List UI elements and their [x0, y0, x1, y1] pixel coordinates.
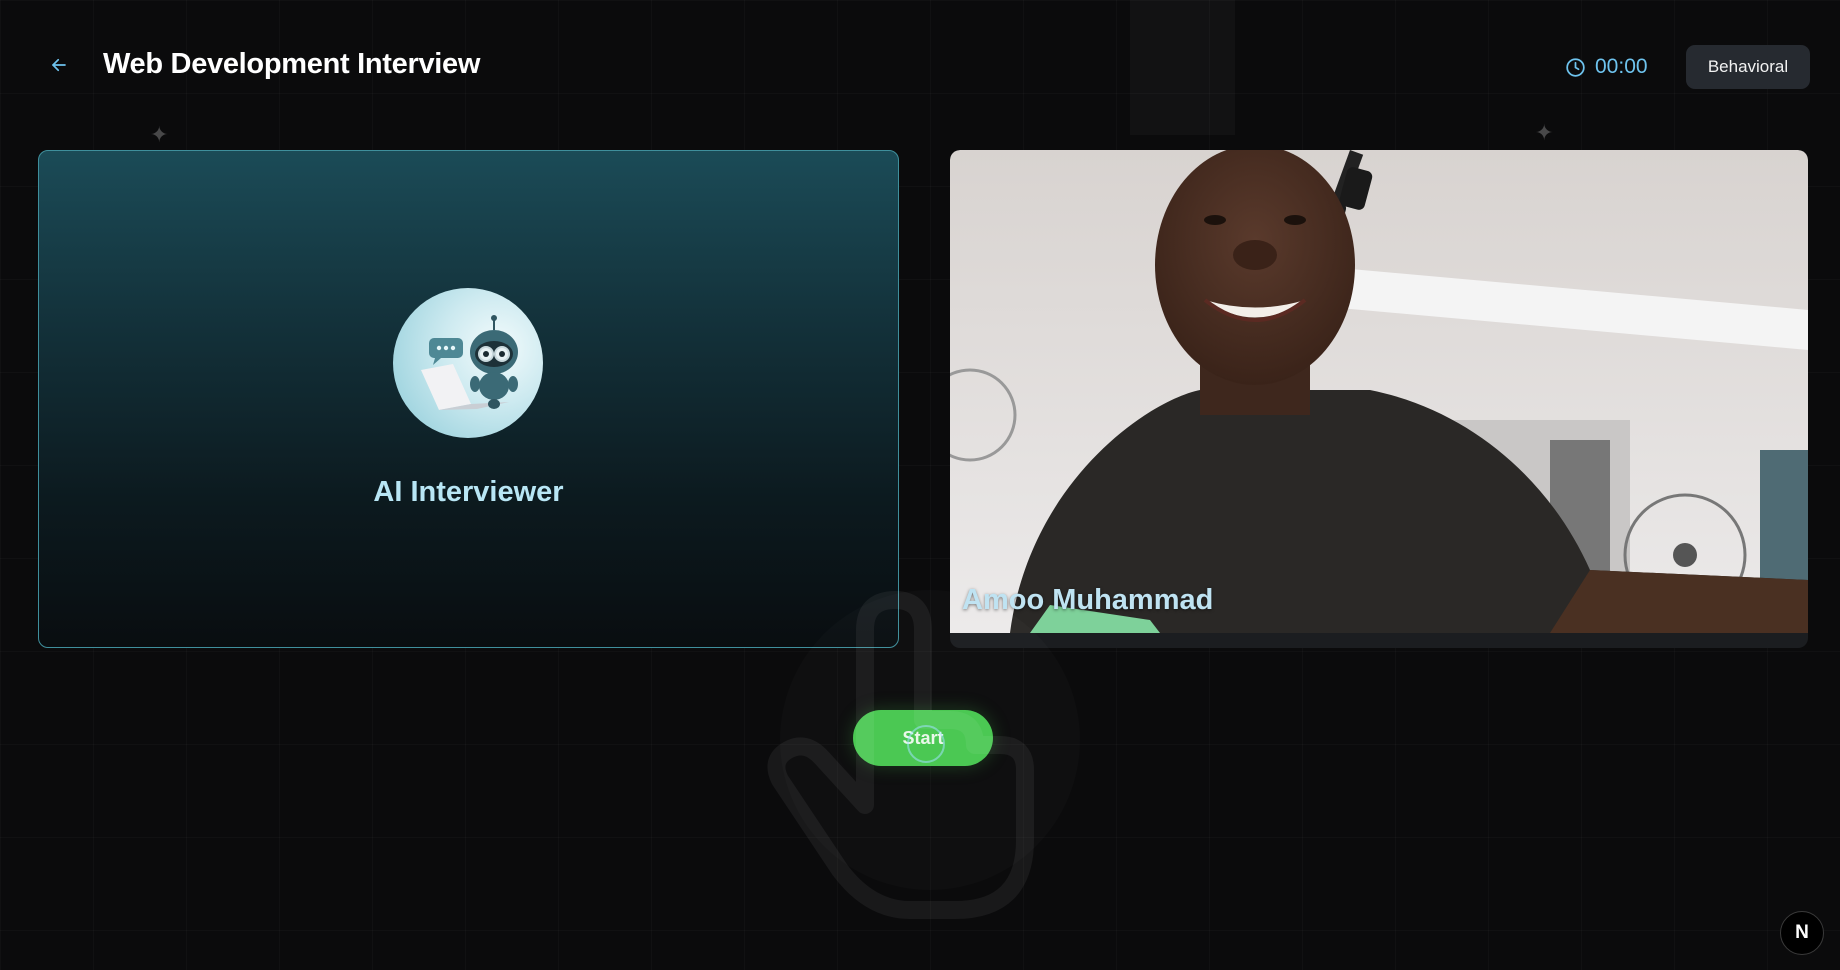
interview-type-badge: Behavioral: [1686, 45, 1810, 89]
ai-interviewer-panel: AI Interviewer: [38, 150, 899, 648]
ai-avatar: [393, 288, 543, 438]
timer-value: 00:00: [1595, 55, 1648, 78]
dev-tools-badge[interactable]: N: [1780, 911, 1824, 955]
candidate-video-panel: Amoo Muhammad: [950, 150, 1808, 648]
start-call-button[interactable]: Start: [853, 710, 993, 766]
robot-icon: [421, 315, 518, 410]
candidate-video-feed: Amoo Muhammad: [950, 150, 1808, 633]
header: Web Development Interview 00:00 Behavior…: [0, 0, 1840, 135]
webcam-image: [950, 150, 1808, 633]
back-button[interactable]: [44, 50, 74, 80]
candidate-name: Amoo Muhammad: [962, 584, 1214, 616]
clock-icon: [1566, 57, 1585, 77]
interview-page: ✦ ✦ Web Development Interview 00:00 Beha…: [0, 0, 1840, 970]
ai-interviewer-label: AI Interviewer: [373, 476, 564, 508]
page-title: Web Development Interview: [103, 48, 481, 80]
interview-timer: 00:00: [1565, 52, 1648, 82]
arrow-left-icon: [52, 58, 66, 72]
